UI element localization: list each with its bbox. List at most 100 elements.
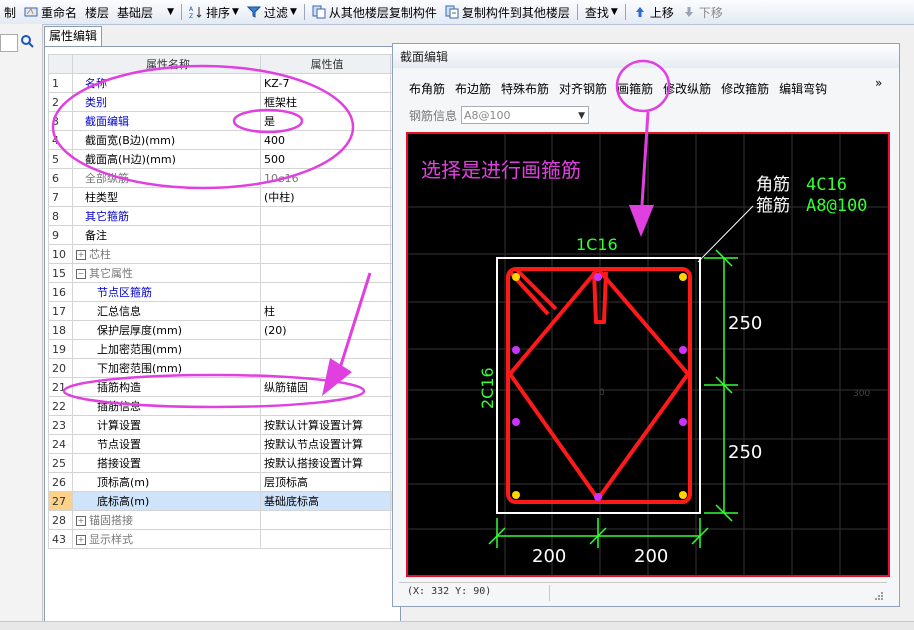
chevron-down-icon: ▼ [289,7,297,17]
property-name: 全部纵筋 [72,168,261,188]
move-down-button[interactable]: 下移 [678,1,727,23]
copy-from-floor-button[interactable]: 从其他楼层复制构件 [308,1,441,23]
property-value[interactable]: 是 [260,111,391,131]
table-row[interactable]: 18 保护层厚度(mm) (20) [48,320,441,340]
table-row[interactable]: 9 备注 [48,225,441,245]
property-value[interactable]: KZ-7 [260,73,391,93]
expand-icon[interactable]: + [76,516,86,526]
table-row-selected[interactable]: 27 底标高(m) 基础底标高 [48,491,441,511]
table-row[interactable]: 26 顶标高(m) 层顶标高 [48,472,441,492]
component-search-input[interactable] [0,34,18,52]
property-value[interactable]: 10⌀16 [260,168,391,188]
property-value[interactable] [260,358,391,378]
property-name: 上加密范围(mm) [72,339,261,359]
table-row[interactable]: 43 + 显示样式 [48,529,441,549]
property-value[interactable]: 纵筋锚固 [260,377,391,397]
tool-special-rebar[interactable]: 特殊布筋 [501,80,549,97]
copy-from-floor-icon [312,5,326,19]
tab-property-edit[interactable]: 属性编辑 [44,26,102,46]
property-value[interactable]: 400 [260,130,391,150]
property-value[interactable]: 500 [260,149,391,169]
copy-to-floor-button[interactable]: 复制构件到其他楼层 [441,1,574,23]
table-row[interactable]: 23 计算设置 按默认计算设置计算 [48,415,441,435]
chevron-down-icon: ▼ [578,111,586,121]
tool-draw-stirrup[interactable]: 画箍筋 [617,80,653,97]
table-row[interactable]: 5 截面高(H边)(mm) 500 [48,149,441,169]
table-row[interactable]: 20 下加密范围(mm) [48,358,441,378]
expand-icon[interactable]: + [76,535,86,545]
property-value[interactable]: 基础底标高 [260,491,391,511]
property-value[interactable]: 按默认搭接设置计算 [260,453,391,473]
property-grid-panel: 属性名称 属性值 附 1名称KZ-7 2类别框架柱 3截面编辑是 4截面宽(B边… [44,46,441,623]
table-row[interactable]: 6 全部纵筋 10⌀16 [48,168,441,188]
filter-button[interactable]: 过滤 ▼ [243,1,301,23]
property-value[interactable] [260,396,391,416]
expand-icon[interactable]: + [76,250,86,260]
property-value[interactable] [260,263,391,283]
copy-to-floor-icon [445,5,459,19]
property-value[interactable]: (中柱) [260,187,391,207]
table-row[interactable]: 22 插筋信息 [48,396,441,416]
tool-edit-long-rebar[interactable]: 修改纵筋 [663,80,711,97]
table-row[interactable]: 1 名称 KZ-7 [48,73,441,93]
table-row[interactable]: 17 汇总信息柱 [48,301,441,321]
property-value[interactable] [260,206,391,226]
resize-grip-icon[interactable] [874,591,884,601]
top-rebar-label: 1C16 [576,235,618,254]
sort-button[interactable]: AZ 排序 ▼ [185,1,243,23]
tool-side-rebar[interactable]: 布边筋 [455,80,491,97]
property-value[interactable] [260,244,391,264]
tool-edit-hook[interactable]: 编辑弯钩 [779,80,827,97]
property-value[interactable]: 层顶标高 [260,472,391,492]
property-name: 节点设置 [72,434,261,454]
property-value[interactable]: (20) [260,320,391,340]
property-value[interactable]: 按默认计算设置计算 [260,415,391,435]
property-value[interactable] [260,339,391,359]
find-button[interactable]: 查找 ▼ [581,1,622,23]
tool-corner-rebar[interactable]: 布角筋 [409,80,445,97]
property-value[interactable]: 框架柱 [260,92,391,112]
property-name: 备注 [72,225,261,245]
table-row[interactable]: 19 上加密范围(mm) [48,339,441,359]
rebar-info-select[interactable]: A8@100 ▼ [461,106,590,124]
tool-edit-stirrup[interactable]: 修改箍筋 [721,80,769,97]
section-canvas[interactable]: 0 300 选择是进行画箍筋 角筋 4C16 箍筋 A8@100 1C16 2C… [406,132,890,577]
property-value[interactable]: 按默认节点设置计算 [260,434,391,454]
table-row[interactable]: 10 + 芯柱 [48,244,441,264]
property-name: 顶标高(m) [72,472,261,492]
toolbar-overflow-button[interactable]: » [875,76,882,90]
divider [303,4,305,20]
table-row[interactable]: 24 节点设置 按默认节点设置计算 [48,434,441,454]
table-row[interactable]: 25 搭接设置 按默认搭接设置计算 [48,453,441,473]
property-name: 柱类型 [72,187,261,207]
search-icon[interactable] [20,34,34,48]
table-row[interactable]: 15− 其它属性 [48,263,441,283]
table-row[interactable]: 16 节点区箍筋 [48,282,441,302]
header-value: 属性值 [260,54,391,74]
property-value[interactable]: 柱 [260,301,391,321]
table-row[interactable]: 21 插筋构造 纵筋锚固 [48,377,441,397]
table-row[interactable]: 28 + 锚固搭接 [48,510,441,530]
property-name: 计算设置 [72,415,261,435]
floor-select[interactable]: 基础层 ▼ [113,1,178,23]
property-value[interactable] [260,510,391,530]
table-row[interactable]: 8 其它箍筋 [48,206,441,226]
tool-align-rebar[interactable]: 对齐钢筋 [559,80,607,97]
move-up-button[interactable]: 上移 [629,1,678,23]
sort-az-icon: AZ [189,6,202,19]
rename-button[interactable]: 重命名 [20,1,81,23]
table-row[interactable]: 4 截面宽(B边)(mm) 400 [48,130,441,150]
table-row[interactable]: 7 柱类型 (中柱) [48,187,441,207]
property-name: 保护层厚度(mm) [72,320,261,340]
dim-bottom-right: 200 [634,546,668,567]
table-row[interactable]: 2 类别 框架柱 [48,92,441,112]
property-value[interactable] [260,529,391,549]
chevron-down-icon: ▼ [610,7,618,17]
collapse-icon[interactable]: − [76,269,86,279]
property-value[interactable] [260,225,391,245]
table-row[interactable]: 3 截面编辑是 [48,111,441,131]
property-value[interactable] [260,282,391,302]
header-num [48,54,73,74]
header-name: 属性名称 [72,54,261,74]
copy-button[interactable]: 制 [0,1,20,23]
